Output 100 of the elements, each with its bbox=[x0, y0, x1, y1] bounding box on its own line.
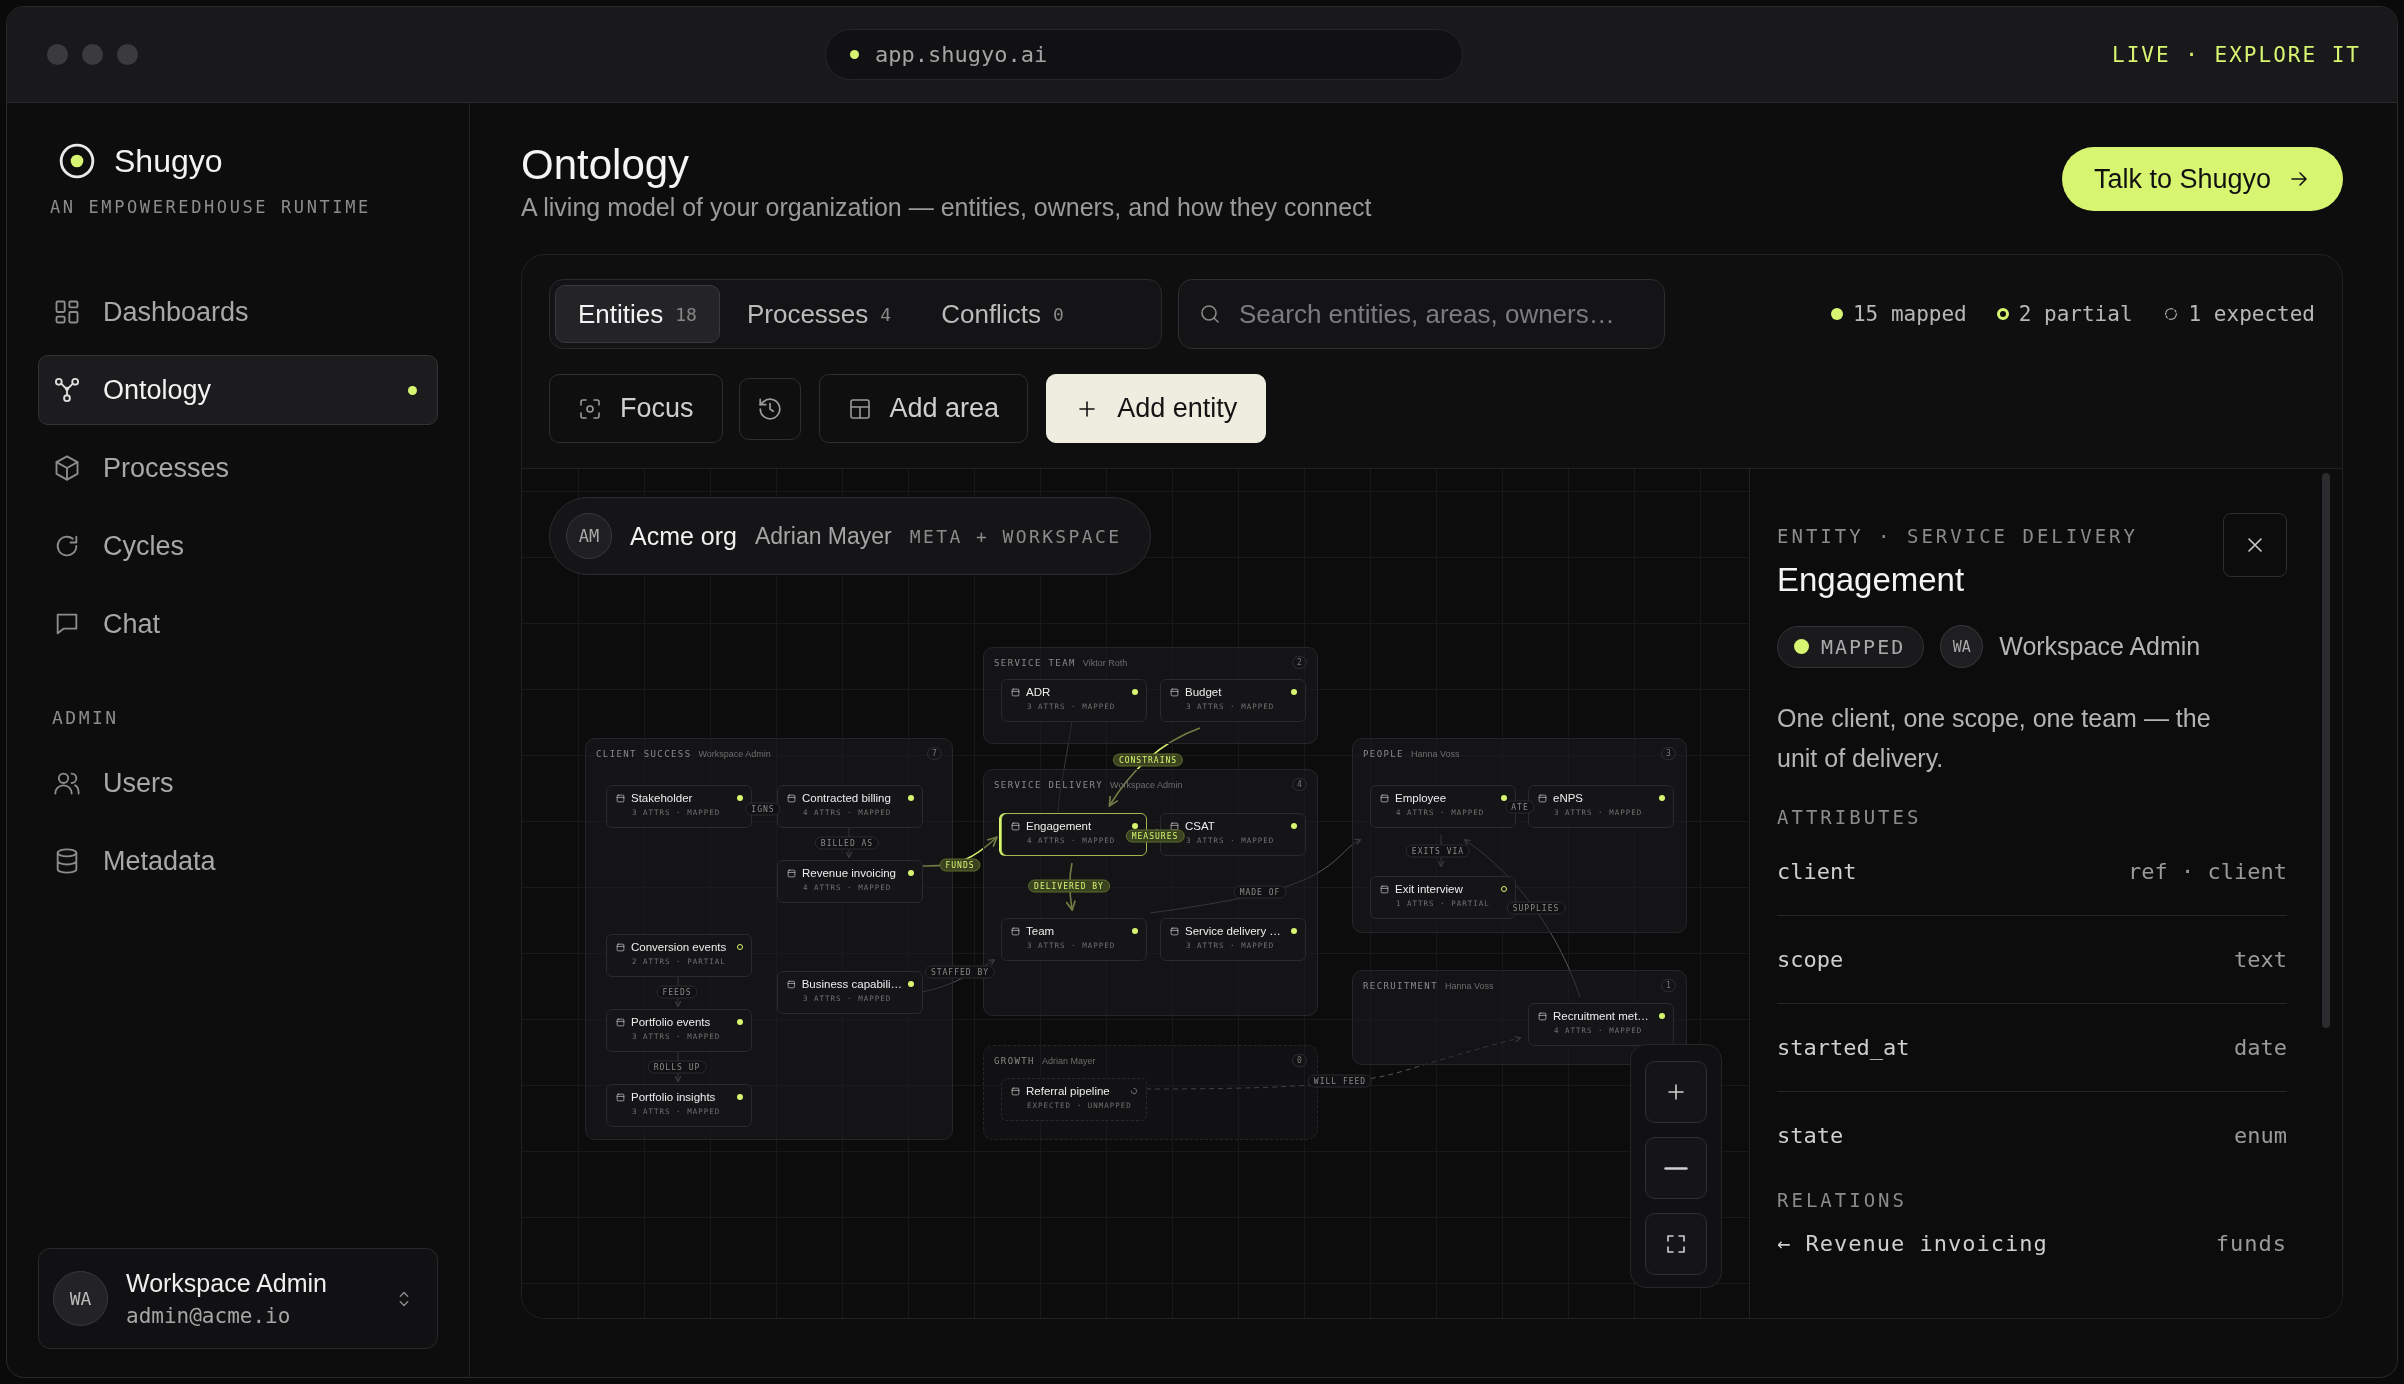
attribute-type: enum bbox=[2234, 1123, 2287, 1148]
area-owner: Viktor Roth bbox=[1082, 657, 1128, 668]
attribute-name: state bbox=[1777, 1123, 1844, 1148]
add-entity-button[interactable]: Add entity bbox=[1046, 374, 1267, 443]
tab[interactable]: Conflicts 0 bbox=[918, 285, 1087, 343]
area-name: SERVICE DELIVERY bbox=[994, 779, 1104, 790]
edge-label: EXITS VIA bbox=[1405, 844, 1471, 858]
table-icon bbox=[1011, 926, 1020, 936]
entity-name: Exit interview bbox=[1395, 883, 1464, 895]
edge-label: ATE bbox=[1505, 800, 1535, 814]
table-icon bbox=[1011, 687, 1020, 697]
edge-label: WILL FEED bbox=[1307, 1074, 1373, 1088]
relation-row[interactable]: ← Revenue invoicing funds bbox=[1777, 1219, 2287, 1267]
layout-icon bbox=[847, 396, 872, 421]
attribute-name: started_at bbox=[1777, 1035, 1910, 1060]
entity-title: Engagement bbox=[1777, 561, 1966, 599]
section-label: RELATIONS bbox=[1777, 1189, 1908, 1211]
edge-label: IGNS bbox=[745, 802, 781, 816]
owner-name: Workspace Admin bbox=[1999, 632, 2201, 661]
nav-item[interactable]: Cycles bbox=[38, 511, 438, 581]
address-bar[interactable]: app.shugyo.ai bbox=[825, 29, 1463, 80]
relation-target: ← Revenue invoicing bbox=[1777, 1230, 2048, 1256]
owner-avatar: WA bbox=[1940, 625, 1984, 668]
entity-name: Budget bbox=[1185, 686, 1223, 698]
close-button[interactable] bbox=[2223, 513, 2287, 577]
entity-name: Employee bbox=[1395, 792, 1448, 804]
table-icon bbox=[1538, 1011, 1547, 1021]
table-icon bbox=[1170, 687, 1179, 697]
entity-name: Team bbox=[1026, 925, 1056, 937]
entity-name: Referral pipeline bbox=[1026, 1085, 1111, 1097]
secure-dot bbox=[850, 50, 859, 59]
talk-button[interactable]: Talk to Shugyo bbox=[2061, 147, 2343, 211]
zoom-in-button[interactable] bbox=[1645, 1061, 1707, 1123]
legend-label: 15 mapped bbox=[1852, 302, 1967, 326]
nav-item[interactable]: Ontology bbox=[38, 355, 438, 425]
user-card[interactable]: WA Workspace Admin admin@acme.io bbox=[38, 1248, 438, 1349]
brand-name: Shugyo bbox=[114, 142, 223, 180]
nav-item[interactable]: Metadata bbox=[38, 826, 438, 896]
table-icon bbox=[1380, 884, 1389, 894]
window-control[interactable] bbox=[47, 44, 68, 65]
scrollbar[interactable] bbox=[2322, 473, 2330, 1028]
logo-icon bbox=[58, 142, 96, 180]
legend-label: 2 partial bbox=[2018, 302, 2133, 326]
entity-name: Stakeholder bbox=[631, 792, 694, 804]
table-icon bbox=[1538, 793, 1547, 803]
edge-label: ROLLS UP bbox=[647, 1060, 707, 1074]
tab[interactable]: Processes 4 bbox=[723, 285, 915, 343]
entity-name: Recruitment met… bbox=[1553, 1010, 1650, 1022]
section-label: ATTRIBUTES bbox=[1777, 806, 1923, 828]
live-link[interactable]: LIVE · EXPLORE IT bbox=[2112, 42, 2361, 67]
table-icon bbox=[1170, 926, 1179, 936]
edge-label: BILLED AS bbox=[814, 836, 880, 850]
window-control[interactable] bbox=[117, 44, 138, 65]
window-control[interactable] bbox=[82, 44, 103, 65]
attribute-type: text bbox=[2234, 947, 2287, 972]
edge-label: DELIVERED BY bbox=[1028, 879, 1110, 893]
table-icon bbox=[787, 868, 796, 878]
org-avatar: AM bbox=[566, 513, 612, 559]
entity-name: CSAT bbox=[1185, 820, 1216, 832]
edge-label: SUPPLIES bbox=[1506, 901, 1566, 915]
status-badge: MAPPED bbox=[1777, 625, 1925, 668]
area-name: SERVICE TEAM bbox=[994, 657, 1076, 668]
entity-name: Portfolio events bbox=[631, 1016, 712, 1028]
org-scope: META + WORKSPACE bbox=[909, 525, 1122, 547]
entity-name: Conversion events bbox=[631, 941, 728, 953]
nav-item[interactable]: Chat bbox=[38, 589, 438, 659]
status-dot bbox=[1996, 308, 2009, 320]
area-name: PEOPLE bbox=[1363, 748, 1404, 759]
edge-label: CONSTRAINS bbox=[1112, 753, 1184, 767]
entity-name: eNPS bbox=[1553, 792, 1585, 804]
history-button[interactable] bbox=[738, 377, 801, 440]
fit-view-button[interactable] bbox=[1645, 1213, 1707, 1275]
entity-name: Revenue invoicing bbox=[802, 867, 897, 879]
tab[interactable]: Entities 18 bbox=[555, 285, 720, 343]
section-label: ADMIN bbox=[52, 707, 120, 728]
area-owner: Adrian Mayer bbox=[1041, 1055, 1096, 1066]
table-icon bbox=[616, 793, 625, 803]
focus-button[interactable]: Focus bbox=[549, 374, 723, 443]
attribute-type: date bbox=[2234, 1035, 2287, 1060]
nav-item[interactable]: Users bbox=[38, 748, 438, 818]
minus-icon bbox=[1664, 1166, 1688, 1170]
area-name: RECRUITMENT bbox=[1363, 980, 1438, 991]
table-icon bbox=[1170, 821, 1179, 831]
zoom-out-button[interactable] bbox=[1645, 1137, 1707, 1199]
nav-item[interactable]: Processes bbox=[38, 433, 438, 503]
entity-breadcrumb: ENTITY · SERVICE DELIVERY bbox=[1777, 525, 2138, 547]
entity-name: Engagement bbox=[1026, 820, 1093, 832]
edge-label: MEASURES bbox=[1125, 829, 1185, 843]
entity-name: Service delivery … bbox=[1185, 925, 1282, 937]
nodes-icon bbox=[53, 376, 81, 404]
entity-name: Portfolio insights bbox=[631, 1091, 717, 1103]
org-pill[interactable]: AM Acme org Adrian Mayer META + WORKSPACE bbox=[549, 497, 1151, 575]
brand-tagline: AN EMPOWEREDHOUSE RUNTIME bbox=[50, 197, 372, 217]
table-icon bbox=[787, 979, 796, 989]
area-owner: Workspace Admin bbox=[698, 748, 771, 759]
edge-label: MADE OF bbox=[1233, 885, 1287, 899]
add-area-button[interactable]: Add area bbox=[818, 374, 1029, 443]
nav-item[interactable]: Dashboards bbox=[38, 277, 438, 347]
search-field[interactable]: Search entities, areas, owners… bbox=[1178, 279, 1665, 349]
org-name: Acme org bbox=[630, 521, 737, 551]
